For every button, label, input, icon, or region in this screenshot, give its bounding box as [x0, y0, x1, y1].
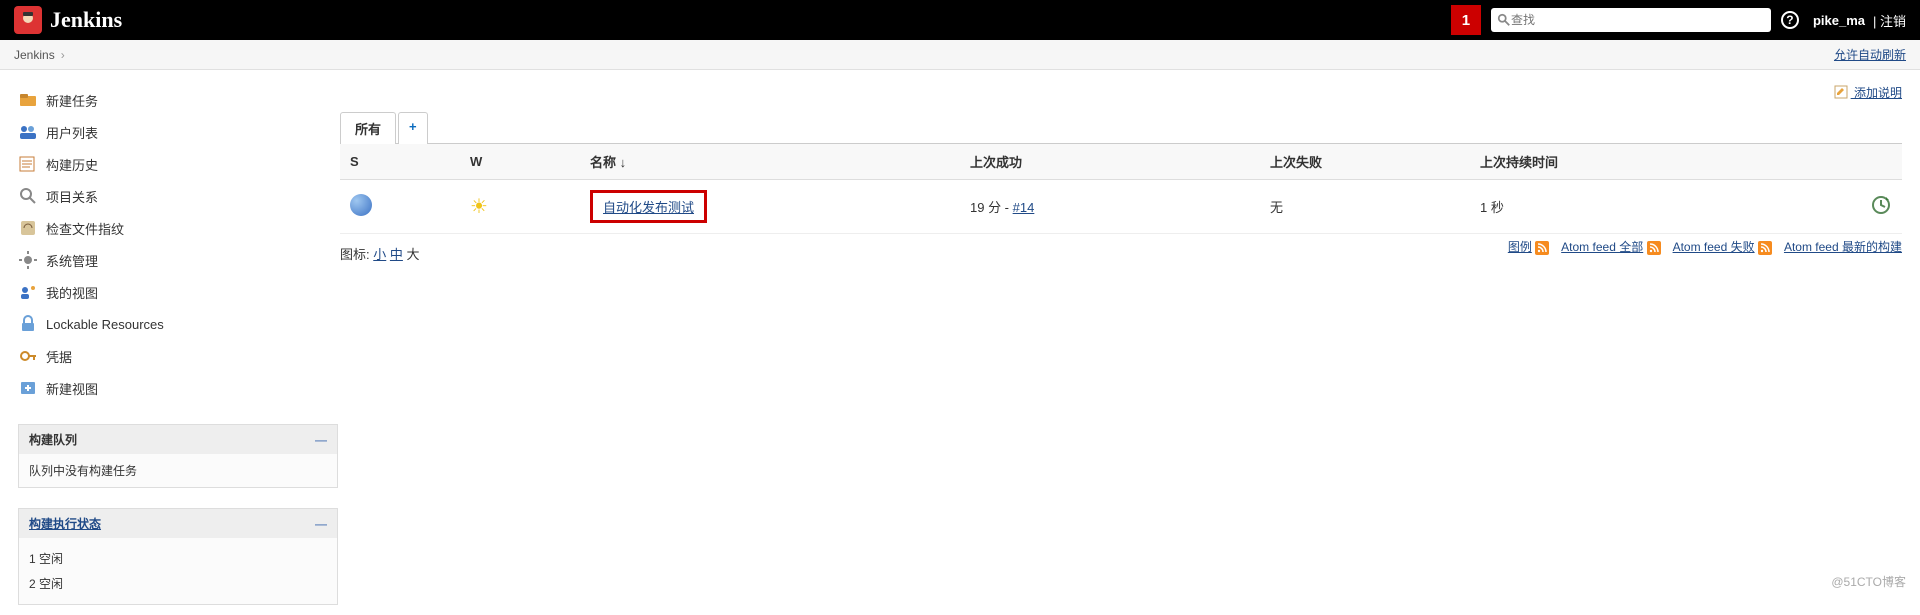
chevron-right-icon: ›: [61, 48, 65, 62]
highlight-box: 自动化发布测试: [590, 190, 707, 223]
myview-icon: [18, 282, 38, 302]
sidebar: 新建任务用户列表构建历史项目关系检查文件指纹系统管理我的视图 Lockable R…: [0, 70, 340, 615]
col-name[interactable]: 名称 ↓: [580, 144, 960, 180]
collapse-icon[interactable]: —: [315, 517, 327, 531]
executor-title[interactable]: 构建执行状态: [29, 515, 101, 532]
build-queue-title: 构建队列: [29, 431, 77, 448]
logout-link[interactable]: | 注销: [1873, 11, 1906, 30]
sidebar-task-label[interactable]: 新建视图: [46, 379, 98, 398]
sidebar-task-label[interactable]: 用户列表: [46, 123, 98, 142]
sidebar-task[interactable]: 用户列表: [18, 116, 330, 148]
sidebar-task-label[interactable]: 构建历史: [46, 155, 98, 174]
search-icon: [1497, 13, 1511, 27]
status-ball-icon: [350, 194, 372, 216]
icon-size-small[interactable]: 小: [373, 247, 386, 262]
jobs-table: S W 名称 ↓ 上次成功 上次失败 上次持续时间 ☀ 自动化发布测试 19 分…: [340, 144, 1902, 234]
gear-icon: [18, 250, 38, 270]
collapse-icon[interactable]: —: [315, 433, 327, 447]
main-panel: 添加说明 所有 + S W 名称 ↓ 上次成功 上次失败 上次持续时间: [340, 70, 1920, 615]
col-schedule: [1842, 144, 1902, 180]
sidebar-task[interactable]: 我的视图: [18, 276, 330, 308]
view-tabs: 所有 +: [340, 111, 1902, 144]
rss-icon: [1535, 241, 1549, 255]
col-duration[interactable]: 上次持续时间: [1470, 144, 1842, 180]
executor-row: 2 空闲: [29, 571, 327, 596]
breadcrumb: Jenkins › 允许自动刷新: [0, 40, 1920, 70]
sidebar-task-label[interactable]: 凭据: [46, 347, 72, 366]
sidebar-task-label[interactable]: Lockable Resources: [46, 317, 164, 332]
sidebar-task-label[interactable]: 项目关系: [46, 187, 98, 206]
executor-panel: 构建执行状态 — 1 空闲2 空闲: [18, 508, 338, 605]
sidebar-task-label[interactable]: 系统管理: [46, 251, 98, 270]
last-failure-cell: 无: [1260, 180, 1470, 234]
col-last-success[interactable]: 上次成功: [960, 144, 1260, 180]
rss-icon: [1758, 241, 1772, 255]
legend-link[interactable]: 图例: [1508, 240, 1532, 254]
sidebar-task-label[interactable]: 检查文件指纹: [46, 219, 124, 238]
schedule-build-icon[interactable]: [1870, 204, 1892, 219]
topbar: Jenkins 1 ? pike_ma | 注销: [0, 0, 1920, 40]
task-list: 新建任务用户列表构建历史项目关系检查文件指纹系统管理我的视图 Lockable R…: [18, 84, 330, 404]
col-last-failure[interactable]: 上次失败: [1260, 144, 1470, 180]
table-row: ☀ 自动化发布测试 19 分 - #14 无 1 秒: [340, 180, 1902, 234]
icon-size-picker: 图标: 小 中 大: [340, 234, 420, 269]
username[interactable]: pike_ma: [1813, 13, 1865, 28]
notification-badge[interactable]: 1: [1451, 5, 1481, 35]
jenkins-logo[interactable]: Jenkins: [14, 6, 122, 34]
sidebar-task[interactable]: 凭据: [18, 340, 330, 372]
build-link[interactable]: #14: [1013, 200, 1035, 215]
help-icon[interactable]: ?: [1781, 11, 1799, 29]
search-input[interactable]: [1511, 13, 1765, 27]
weather-sun-icon: ☀: [470, 196, 488, 218]
sidebar-task[interactable]: 检查文件指纹: [18, 212, 330, 244]
feed-fail[interactable]: Atom feed 失败: [1673, 240, 1755, 254]
executor-row: 1 空闲: [29, 546, 327, 571]
job-name-link[interactable]: 自动化发布测试: [603, 200, 694, 215]
logo-text: Jenkins: [50, 7, 122, 33]
feed-all[interactable]: Atom feed 全部: [1561, 240, 1643, 254]
icon-size-large: 大: [407, 247, 420, 262]
auto-refresh-link[interactable]: 允许自动刷新: [1834, 46, 1906, 63]
tab-all[interactable]: 所有: [340, 112, 396, 144]
search-icon: [18, 186, 38, 206]
add-description-link[interactable]: 添加说明: [1834, 86, 1902, 100]
col-weather[interactable]: W: [460, 144, 580, 180]
sidebar-task[interactable]: Lockable Resources: [18, 308, 330, 340]
feed-latest[interactable]: Atom feed 最新的构建: [1784, 240, 1902, 254]
build-queue-empty: 队列中没有构建任务: [19, 454, 337, 487]
fingerprint-icon: [18, 218, 38, 238]
sidebar-task[interactable]: 新建视图: [18, 372, 330, 404]
duration-cell: 1 秒: [1470, 180, 1842, 234]
icon-size-medium[interactable]: 中: [390, 247, 403, 262]
sidebar-task[interactable]: 系统管理: [18, 244, 330, 276]
col-status[interactable]: S: [340, 144, 460, 180]
lock-icon: [18, 314, 38, 334]
breadcrumb-root[interactable]: Jenkins: [14, 48, 55, 62]
new-icon: [18, 90, 38, 110]
history-icon: [18, 154, 38, 174]
sidebar-task[interactable]: 构建历史: [18, 148, 330, 180]
search-box[interactable]: [1491, 8, 1771, 32]
rss-icon: [1647, 241, 1661, 255]
watermark: @51CTO博客: [1831, 573, 1906, 590]
edit-icon: [1834, 85, 1848, 99]
last-success-cell: 19 分 - #14: [960, 180, 1260, 234]
jenkins-head-icon: [14, 6, 42, 34]
tab-add-view[interactable]: +: [398, 112, 428, 144]
creds-icon: [18, 346, 38, 366]
sidebar-task[interactable]: 新建任务: [18, 84, 330, 116]
sidebar-task-label[interactable]: 新建任务: [46, 91, 98, 110]
sidebar-task[interactable]: 项目关系: [18, 180, 330, 212]
people-icon: [18, 122, 38, 142]
build-queue-panel: 构建队列 — 队列中没有构建任务: [18, 424, 338, 488]
content-wrap: 新建任务用户列表构建历史项目关系检查文件指纹系统管理我的视图 Lockable R…: [0, 70, 1920, 615]
sidebar-task-label[interactable]: 我的视图: [46, 283, 98, 302]
newview-icon: [18, 378, 38, 398]
